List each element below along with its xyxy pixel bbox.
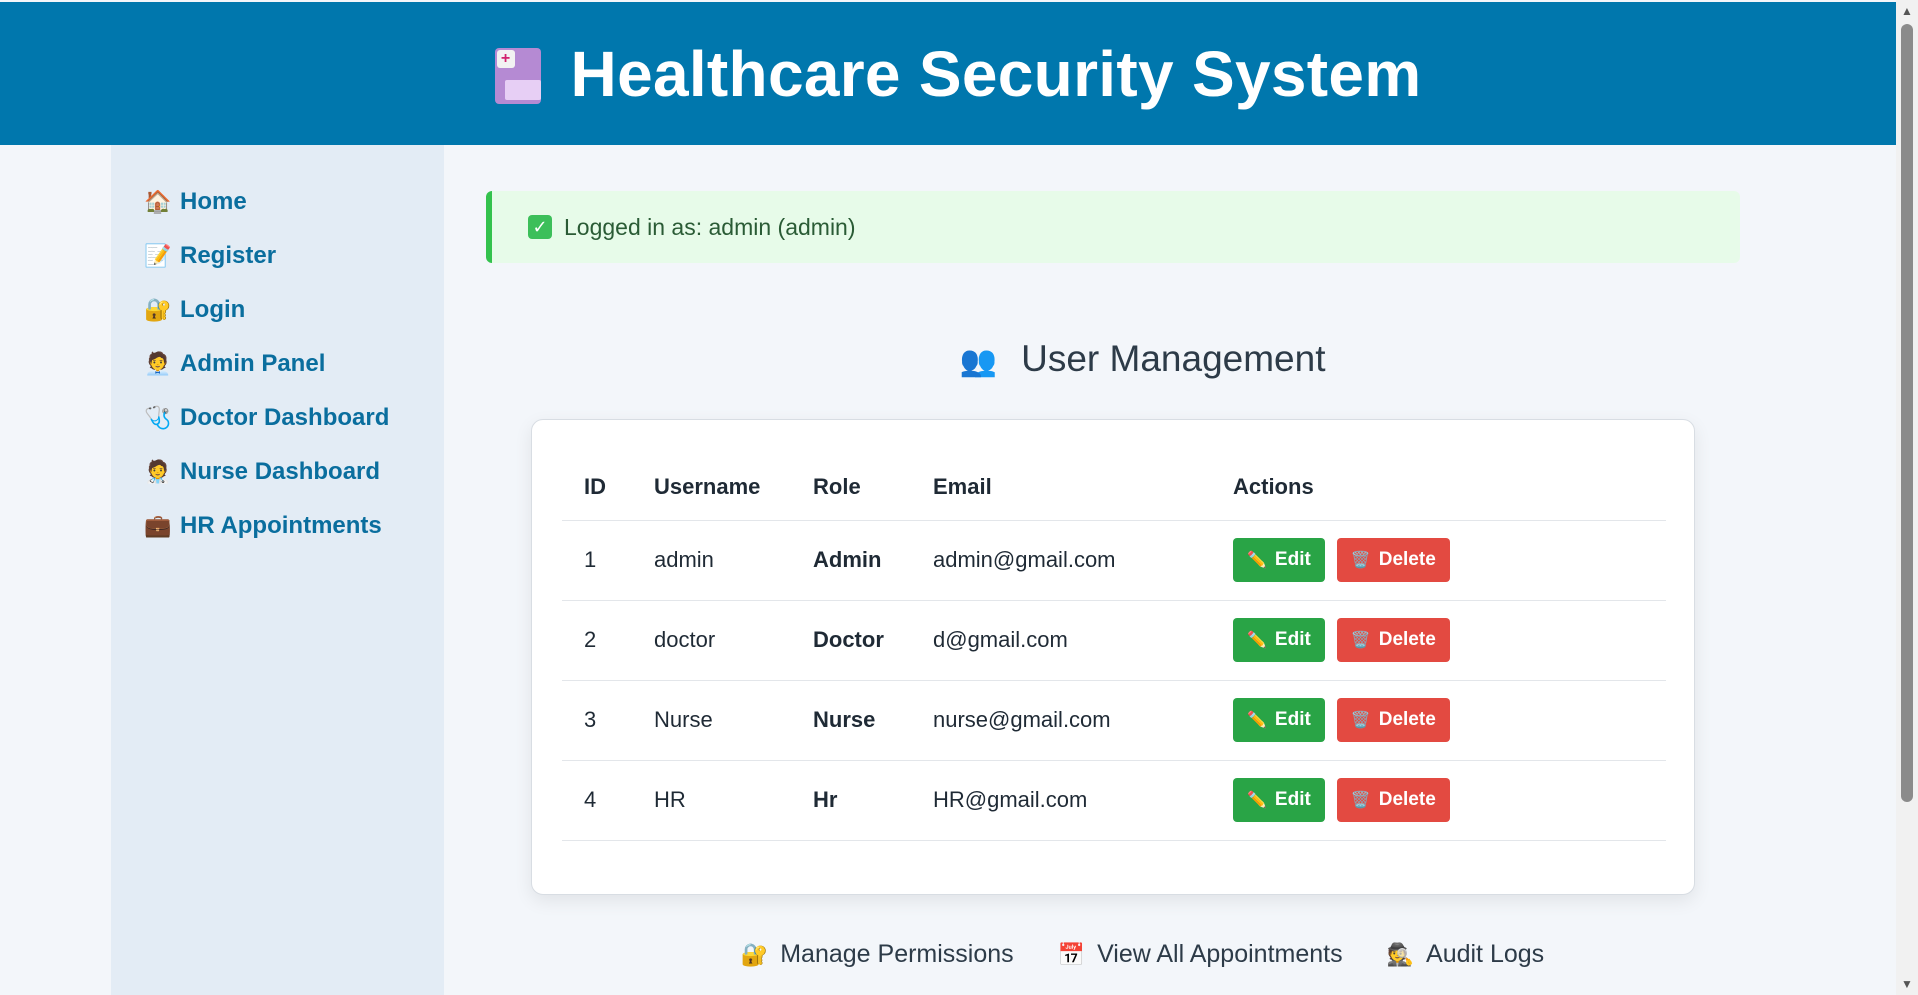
cell-username: doctor (632, 600, 791, 681)
trash-icon: 🗑️ (1350, 552, 1371, 569)
link-label: View All Appointments (1097, 940, 1343, 968)
pencil-icon: ✏️ (1247, 632, 1267, 649)
cell-id: 1 (562, 520, 632, 601)
cell-id: 3 (562, 680, 632, 761)
sidebar-item-label: Login (180, 296, 246, 323)
col-header-id: ID (562, 454, 632, 521)
cell-username: admin (632, 520, 791, 601)
sidebar-item-label: Register (180, 242, 277, 269)
lock-icon: 🔐 (740, 941, 769, 967)
delete-button[interactable]: 🗑️ Delete (1336, 778, 1450, 822)
edit-label: Edit (1274, 629, 1311, 650)
home-icon: 🏠 (144, 189, 172, 214)
cell-email: d@gmail.com (911, 600, 1211, 681)
trash-icon: 🗑️ (1350, 712, 1371, 729)
pencil-icon: ✏️ (1247, 792, 1267, 809)
cell-role: Admin (791, 520, 911, 601)
calendar-icon: 📅 (1057, 941, 1086, 967)
hospital-icon: + (491, 44, 545, 104)
pencil-icon: ✏️ (1247, 552, 1267, 569)
col-header-actions: Actions (1211, 454, 1666, 521)
app-title: Healthcare Security System (570, 37, 1422, 110)
link-label: Audit Logs (1426, 940, 1545, 968)
delete-label: Delete (1378, 629, 1436, 650)
delete-button[interactable]: 🗑️ Delete (1336, 618, 1450, 662)
trash-icon: 🗑️ (1350, 792, 1371, 809)
section-heading: 👥 User Management (0, 338, 1918, 380)
cell-actions: ✏️ Edit 🗑️ Delete (1211, 680, 1666, 761)
lock-icon: 🔐 (144, 297, 172, 322)
table-row: 3 Nurse Nurse nurse@gmail.com ✏️ Edit 🗑️ De… (562, 680, 1666, 761)
sidebar-item-hr-appointments[interactable]: 💼 HR Appointments (111, 499, 444, 553)
delete-button[interactable]: 🗑️ Delete (1336, 698, 1450, 742)
sidebar-item-nurse-dashboard[interactable]: 🧑‍⚕️ Nurse Dashboard (111, 445, 444, 499)
col-header-role: Role (791, 454, 911, 521)
scroll-up-arrow-icon[interactable]: ▲ (1900, 4, 1914, 18)
bottom-links: 🔐 Manage Permissions 📅 View All Appointm… (0, 940, 1918, 969)
sidebar-item-doctor-dashboard[interactable]: 🩺 Doctor Dashboard (111, 391, 444, 445)
briefcase-icon: 💼 (144, 513, 172, 538)
sidebar: 🏠 Home 📝 Register 🔐 Login 🧑‍💼 Admin Pane… (111, 145, 444, 995)
pencil-icon: ✏️ (1247, 712, 1267, 729)
detective-icon: 🕵️ (1386, 941, 1415, 967)
view-all-appointments-link[interactable]: 📅 View All Appointments (1058, 940, 1343, 969)
edit-button[interactable]: ✏️ Edit (1233, 698, 1325, 742)
cell-actions: ✏️ Edit 🗑️ Delete (1211, 600, 1666, 681)
cell-id: 4 (562, 760, 632, 841)
col-header-username: Username (632, 454, 791, 521)
edit-button[interactable]: ✏️ Edit (1233, 778, 1325, 822)
edit-button[interactable]: ✏️ Edit (1233, 538, 1325, 582)
cell-username: HR (632, 760, 791, 841)
edit-label: Edit (1274, 789, 1311, 810)
delete-button[interactable]: 🗑️ Delete (1336, 538, 1450, 582)
sidebar-item-login[interactable]: 🔐 Login (111, 283, 444, 337)
cell-email: admin@gmail.com (911, 520, 1211, 601)
table-row: 2 doctor Doctor d@gmail.com ✏️ Edit 🗑️ Dele… (562, 600, 1666, 681)
login-status-text: Logged in as: admin (admin) (564, 213, 856, 240)
cell-role: Nurse (791, 680, 911, 761)
link-label: Manage Permissions (780, 940, 1014, 968)
users-table: ID Username Role Email Actions 1 admin A… (562, 454, 1666, 841)
delete-label: Delete (1378, 789, 1436, 810)
check-icon: ✓ (528, 215, 552, 239)
cell-role: Doctor (791, 600, 911, 681)
memo-icon: 📝 (144, 243, 172, 268)
delete-label: Delete (1378, 709, 1436, 730)
edit-label: Edit (1274, 549, 1311, 570)
sidebar-item-label: Doctor Dashboard (180, 404, 390, 431)
table-header-row: ID Username Role Email Actions (562, 454, 1666, 521)
sidebar-item-label: Nurse Dashboard (180, 458, 381, 485)
scroll-down-arrow-icon[interactable]: ▼ (1900, 977, 1914, 991)
edit-label: Edit (1274, 709, 1311, 730)
audit-logs-link[interactable]: 🕵️ Audit Logs (1387, 940, 1545, 969)
cell-email: HR@gmail.com (911, 760, 1211, 841)
sidebar-item-home[interactable]: 🏠 Home (111, 175, 444, 229)
table-row: 1 admin Admin admin@gmail.com ✏️ Edit 🗑️ De… (562, 520, 1666, 601)
app-header: + Healthcare Security System (0, 2, 1896, 145)
col-header-email: Email (911, 454, 1211, 521)
cell-actions: ✏️ Edit 🗑️ Delete (1211, 760, 1666, 841)
nurse-icon: 🧑‍⚕️ (144, 459, 172, 484)
stethoscope-icon: 🩺 (144, 405, 172, 430)
scrollbar-thumb[interactable] (1901, 24, 1913, 802)
sidebar-item-label: Home (180, 188, 247, 215)
cell-actions: ✏️ Edit 🗑️ Delete (1211, 520, 1666, 601)
cell-email: nurse@gmail.com (911, 680, 1211, 761)
cell-id: 2 (562, 600, 632, 681)
cell-role: Hr (791, 760, 911, 841)
vertical-scrollbar[interactable]: ▲ ▼ (1896, 0, 1918, 995)
delete-label: Delete (1378, 549, 1436, 570)
edit-button[interactable]: ✏️ Edit (1233, 618, 1325, 662)
sidebar-item-label: HR Appointments (180, 512, 382, 539)
sidebar-item-register[interactable]: 📝 Register (111, 229, 444, 283)
users-icon: 👥 (959, 344, 997, 378)
table-row: 4 HR Hr HR@gmail.com ✏️ Edit 🗑️ Delete (562, 760, 1666, 841)
users-table-card: ID Username Role Email Actions 1 admin A… (531, 419, 1695, 895)
trash-icon: 🗑️ (1350, 632, 1371, 649)
login-status-alert: ✓ Logged in as: admin (admin) (486, 191, 1740, 263)
cell-username: Nurse (632, 680, 791, 761)
manage-permissions-link[interactable]: 🔐 Manage Permissions (741, 940, 1014, 969)
section-title: User Management (1021, 338, 1326, 379)
